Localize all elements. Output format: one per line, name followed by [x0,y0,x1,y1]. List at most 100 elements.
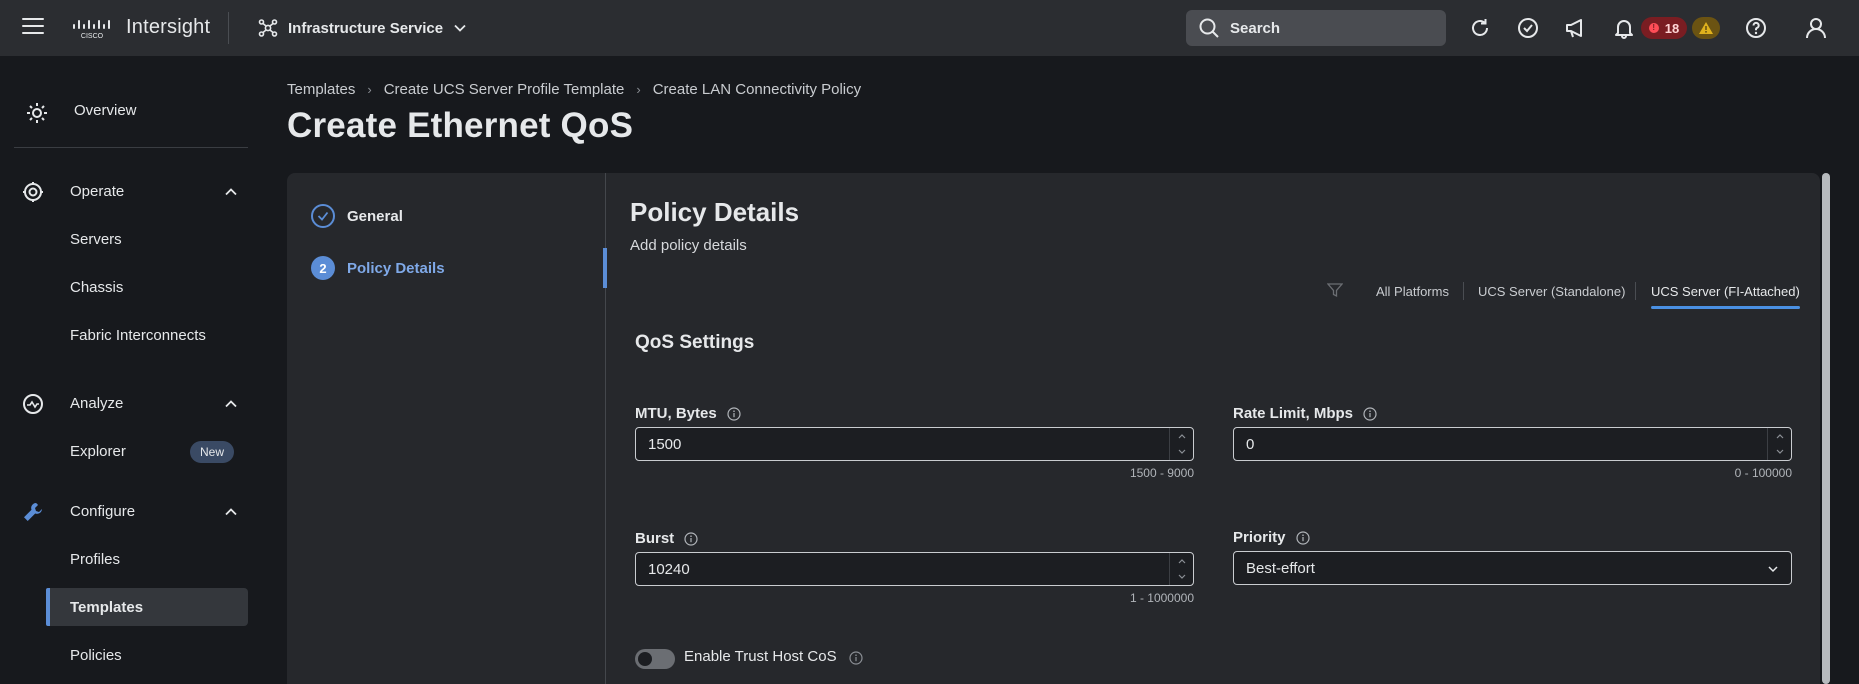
menu-icon[interactable] [22,18,44,36]
chevron-up-icon [225,400,237,408]
chevron-down-icon [454,24,466,32]
search-box[interactable] [1186,10,1446,46]
page-title: Create Ethernet QoS [287,106,634,145]
help-icon[interactable] [1742,14,1770,42]
megaphone-icon[interactable] [1562,14,1590,42]
step-label: General [347,207,403,225]
info-icon[interactable] [1295,530,1310,545]
cisco-logo: CISCO [73,20,110,40]
info-icon[interactable] [1363,406,1377,421]
mtu-input[interactable] [636,435,1156,453]
sidebar-item-servers[interactable]: Servers [46,220,248,258]
sidebar-item-label: Explorer [70,443,126,460]
service-label: Infrastructure Service [288,19,444,37]
section-label: Configure [70,503,136,520]
sidebar-item-label: Servers [70,231,122,248]
info-icon[interactable] [684,531,698,546]
sidebar-section-configure[interactable]: Configure [0,497,262,527]
burst-input[interactable] [636,560,1156,578]
rate-limit-label-text: Rate Limit, Mbps [1233,405,1354,422]
caret-up-icon[interactable] [1170,553,1193,569]
rate-limit-input[interactable] [1234,435,1754,453]
error-icon: ! [1648,23,1659,33]
top-bar: CISCO Intersight Infrastructure Service … [0,0,1859,56]
tab-all-platforms[interactable]: All Platforms [1376,284,1449,299]
mtu-field[interactable] [635,427,1194,461]
search-icon [1199,18,1219,38]
priority-label: Priority [1233,529,1310,546]
priority-select[interactable]: Best-effort [1233,551,1792,585]
info-icon[interactable] [727,406,741,421]
active-step-indicator [603,248,607,288]
section-subtitle: Add policy details [630,237,747,254]
wizard-card: General 2 Policy Details Policy Details … [287,173,1820,684]
sidebar-item-explorer[interactable]: Explorer New [46,432,248,470]
check-circle-icon[interactable] [1514,14,1542,42]
svg-text:CISCO: CISCO [81,33,104,40]
trust-host-cos-toggle[interactable] [635,649,675,669]
chevron-right-icon: › [636,82,641,97]
sidebar-item-templates[interactable]: Templates [46,588,248,626]
sidebar-item-label: Policies [70,647,122,664]
caret-up-icon[interactable] [1768,428,1791,444]
mtu-label-text: MTU, Bytes [635,405,717,422]
breadcrumb-lan-connectivity-policy[interactable]: Create LAN Connectivity Policy [653,81,861,98]
caret-down-icon[interactable] [1170,444,1193,460]
section-label: Operate [70,183,125,200]
section-title: Policy Details [630,197,800,227]
breadcrumb-templates[interactable]: Templates [287,81,355,98]
rate-limit-label: Rate Limit, Mbps [1233,405,1377,422]
qos-settings-title: QoS Settings [635,332,755,353]
sidebar-item-policies[interactable]: Policies [46,636,248,674]
step-general[interactable]: General [311,201,403,231]
caret-up-icon[interactable] [1170,428,1193,444]
overview-icon [27,103,47,123]
caret-down-icon[interactable] [1170,569,1193,585]
scrollbar[interactable] [1822,173,1830,684]
info-icon[interactable] [849,651,863,665]
service-icon [258,19,278,37]
sidebar-item-label: Chassis [70,279,124,296]
mtu-stepper[interactable] [1169,428,1193,460]
search-input[interactable] [1230,19,1420,37]
chevron-right-icon: › [367,82,372,97]
sidebar-item-profiles[interactable]: Profiles [46,540,248,578]
divider [1463,282,1464,300]
mtu-label: MTU, Bytes [635,405,741,422]
service-selector[interactable]: Infrastructure Service [258,14,467,42]
warning-alerts-badge[interactable] [1692,17,1720,39]
check-icon [311,204,335,228]
burst-field[interactable] [635,552,1194,586]
chevron-up-icon [225,188,237,196]
sidebar-section-operate[interactable]: Operate [0,177,262,207]
analyze-icon [23,394,43,414]
step-policy-details[interactable]: 2 Policy Details [311,253,445,283]
sidebar-section-analyze[interactable]: Analyze [0,389,262,419]
burst-stepper[interactable] [1169,553,1193,585]
scrollbar-thumb[interactable] [1822,173,1830,684]
burst-label-text: Burst [635,530,675,547]
sidebar-item-fabric-interconnects[interactable]: Fabric Interconnects [46,316,248,354]
section-label: Analyze [70,395,124,412]
divider [14,147,248,148]
mtu-range: 1500 - 9000 [1129,466,1194,480]
user-icon[interactable] [1802,14,1830,42]
burst-label: Burst [635,530,698,547]
sidebar-item-overview[interactable]: Overview [0,94,262,128]
divider [1635,282,1636,300]
sidebar-item-chassis[interactable]: Chassis [46,268,248,306]
tab-ucs-fi-attached[interactable]: UCS Server (FI-Attached) [1651,284,1800,309]
error-alerts-badge[interactable]: ! 18 [1641,17,1687,39]
step-number: 2 [311,256,335,280]
tab-ucs-standalone[interactable]: UCS Server (Standalone) [1478,284,1625,299]
wizard-steps: General 2 Policy Details [287,173,606,684]
breadcrumb-server-profile-template[interactable]: Create UCS Server Profile Template [384,81,625,98]
refresh-icon[interactable] [1466,14,1494,42]
sidebar: Overview Operate Servers Chassis Fabric … [0,56,262,684]
rate-limit-stepper[interactable] [1767,428,1791,460]
caret-down-icon[interactable] [1768,444,1791,460]
priority-label-text: Priority [1233,529,1286,546]
step-label: Policy Details [347,259,445,277]
bell-icon[interactable] [1610,14,1638,42]
rate-limit-field[interactable] [1233,427,1792,461]
